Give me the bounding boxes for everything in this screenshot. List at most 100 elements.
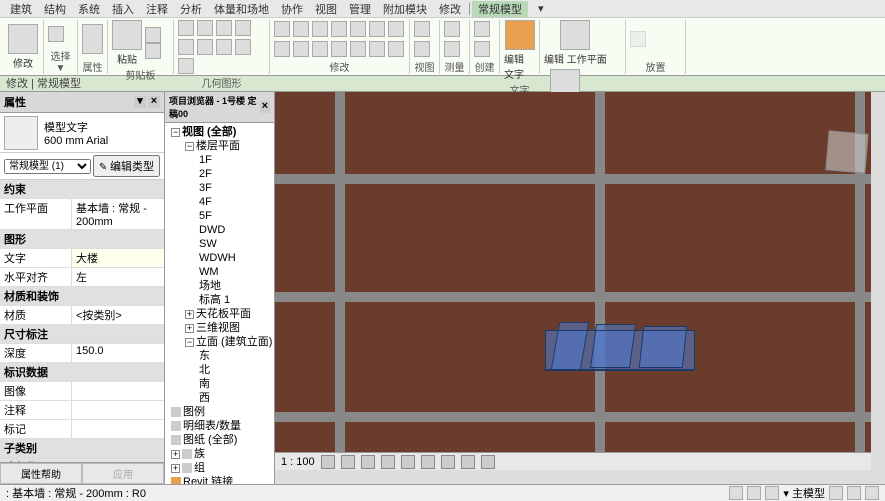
edit-workplane-button[interactable]: 编辑 工作平面 [544, 20, 607, 66]
tree-leaf[interactable]: 南 [195, 377, 272, 391]
tree-leaf[interactable]: 东 [195, 349, 272, 363]
place-icon[interactable] [630, 31, 646, 47]
prop-section[interactable]: 图形 [0, 230, 164, 248]
close-icon[interactable]: × [148, 96, 160, 108]
tree-leaf[interactable]: 标高 1 [195, 293, 272, 307]
scrollbar-horizontal[interactable] [275, 470, 871, 484]
lock-icon[interactable] [441, 455, 455, 469]
tree-sheets[interactable]: 图纸 (全部) [167, 433, 272, 447]
status-icon[interactable] [847, 486, 861, 500]
tree-leaf[interactable]: 西 [195, 391, 272, 405]
mod-icon[interactable] [350, 41, 366, 57]
pin-icon[interactable]: ▾ [134, 96, 146, 108]
geom-icon[interactable] [178, 39, 194, 55]
expand-icon[interactable]: + [171, 450, 180, 459]
prop-value[interactable]: 基本墙 : 常规 - 200mm [72, 199, 164, 229]
status-icon[interactable] [747, 486, 761, 500]
visual-style-icon[interactable] [341, 455, 355, 469]
expand-icon[interactable]: + [185, 324, 194, 333]
scale-label[interactable]: 1 : 100 [281, 456, 315, 468]
expand-icon[interactable]: + [185, 310, 194, 319]
menu-item[interactable]: 系统 [72, 1, 106, 17]
flyout-icon[interactable]: ▾ [532, 2, 550, 15]
tree-links[interactable]: Revit 链接 [167, 475, 272, 484]
detail-level-icon[interactable] [321, 455, 335, 469]
properties-help-button[interactable]: 属性帮助 [0, 463, 82, 484]
type-selector[interactable]: 模型文字 600 mm Arial [0, 113, 164, 153]
tree-leaf[interactable]: 北 [195, 363, 272, 377]
paste-button[interactable]: 粘贴 [112, 20, 142, 66]
select-icon[interactable] [48, 26, 64, 42]
modify-button[interactable]: 修改 [8, 24, 38, 70]
prop-section[interactable]: 尺寸标注 [0, 325, 164, 343]
create-icon[interactable] [474, 21, 490, 37]
properties-icon[interactable] [82, 24, 103, 54]
tree-floor-plans[interactable]: −楼层平面 [181, 139, 272, 153]
status-icon[interactable] [729, 486, 743, 500]
tree-families[interactable]: +族 [167, 447, 272, 461]
tree-schedules[interactable]: 明细表/数量 [167, 419, 272, 433]
close-icon[interactable]: × [260, 101, 270, 113]
mod-icon[interactable] [350, 21, 366, 37]
tree-legends[interactable]: 图例 [167, 405, 272, 419]
prop-value[interactable]: 左 [72, 268, 164, 286]
geom-icon[interactable] [178, 58, 194, 74]
apply-button[interactable]: 应用 [82, 463, 164, 484]
mod-icon[interactable] [388, 21, 404, 37]
geom-icon[interactable] [235, 39, 251, 55]
collapse-icon[interactable]: − [185, 338, 194, 347]
collapse-icon[interactable]: − [185, 142, 194, 151]
mod-icon[interactable] [293, 41, 309, 57]
prop-section[interactable]: 标识数据 [0, 363, 164, 381]
status-icon[interactable] [829, 486, 843, 500]
menu-item[interactable]: 结构 [38, 1, 72, 17]
prop-section[interactable]: 约束 [0, 180, 164, 198]
prop-value[interactable]: 150.0 [72, 344, 164, 362]
mod-icon[interactable] [312, 41, 328, 57]
measure-icon[interactable] [444, 41, 460, 57]
mod-icon[interactable] [331, 21, 347, 37]
view-icon[interactable] [414, 21, 430, 37]
tree-leaf[interactable]: 2F [195, 167, 272, 181]
model-text-object[interactable] [545, 322, 695, 376]
edit-type-button[interactable]: ✎ 编辑类型 [93, 155, 160, 177]
shadows-icon[interactable] [381, 455, 395, 469]
scrollbar-vertical[interactable] [871, 92, 885, 484]
tree-groups[interactable]: +组 [167, 461, 272, 475]
geom-icon[interactable] [197, 20, 213, 36]
cut-geom-icon[interactable] [235, 20, 251, 36]
geom-icon[interactable] [216, 20, 232, 36]
mod-icon[interactable] [369, 21, 385, 37]
tree-leaf[interactable]: 5F [195, 209, 272, 223]
prop-value[interactable] [72, 401, 164, 419]
tree-elevation[interactable]: −立面 (建筑立面) [181, 335, 272, 349]
join-cut-icon[interactable] [178, 20, 194, 36]
tree-ceiling[interactable]: +天花板平面 [181, 307, 272, 321]
crop-icon[interactable] [401, 455, 415, 469]
menu-item[interactable]: 注释 [140, 1, 174, 17]
mod-icon[interactable] [312, 21, 328, 37]
status-icon[interactable] [765, 486, 779, 500]
join-icon[interactable] [216, 39, 232, 55]
menu-item[interactable]: 协作 [275, 1, 309, 17]
tree-leaf[interactable]: WM [195, 265, 272, 279]
create-icon[interactable] [474, 41, 490, 57]
cut-icon[interactable] [145, 27, 161, 43]
prop-value[interactable]: 大楼 [72, 249, 164, 267]
mod-icon[interactable] [331, 41, 347, 57]
crop-visible-icon[interactable] [421, 455, 435, 469]
prop-section[interactable]: 材质和装饰 [0, 287, 164, 305]
reveal-icon[interactable] [481, 455, 495, 469]
tree-leaf[interactable]: 3F [195, 181, 272, 195]
view-icon[interactable] [414, 41, 430, 57]
measure-icon[interactable] [444, 21, 460, 37]
menu-item[interactable]: 体量和场地 [208, 1, 275, 17]
mod-icon[interactable] [369, 41, 385, 57]
model-combo[interactable]: ▾ 主模型 [783, 485, 825, 501]
temp-hide-icon[interactable] [461, 455, 475, 469]
mod-icon[interactable] [293, 21, 309, 37]
tree-leaf[interactable]: 场地 [195, 279, 272, 293]
copy-icon[interactable] [145, 43, 161, 59]
tree-leaf[interactable]: 1F [195, 153, 272, 167]
prop-value[interactable] [72, 382, 164, 400]
